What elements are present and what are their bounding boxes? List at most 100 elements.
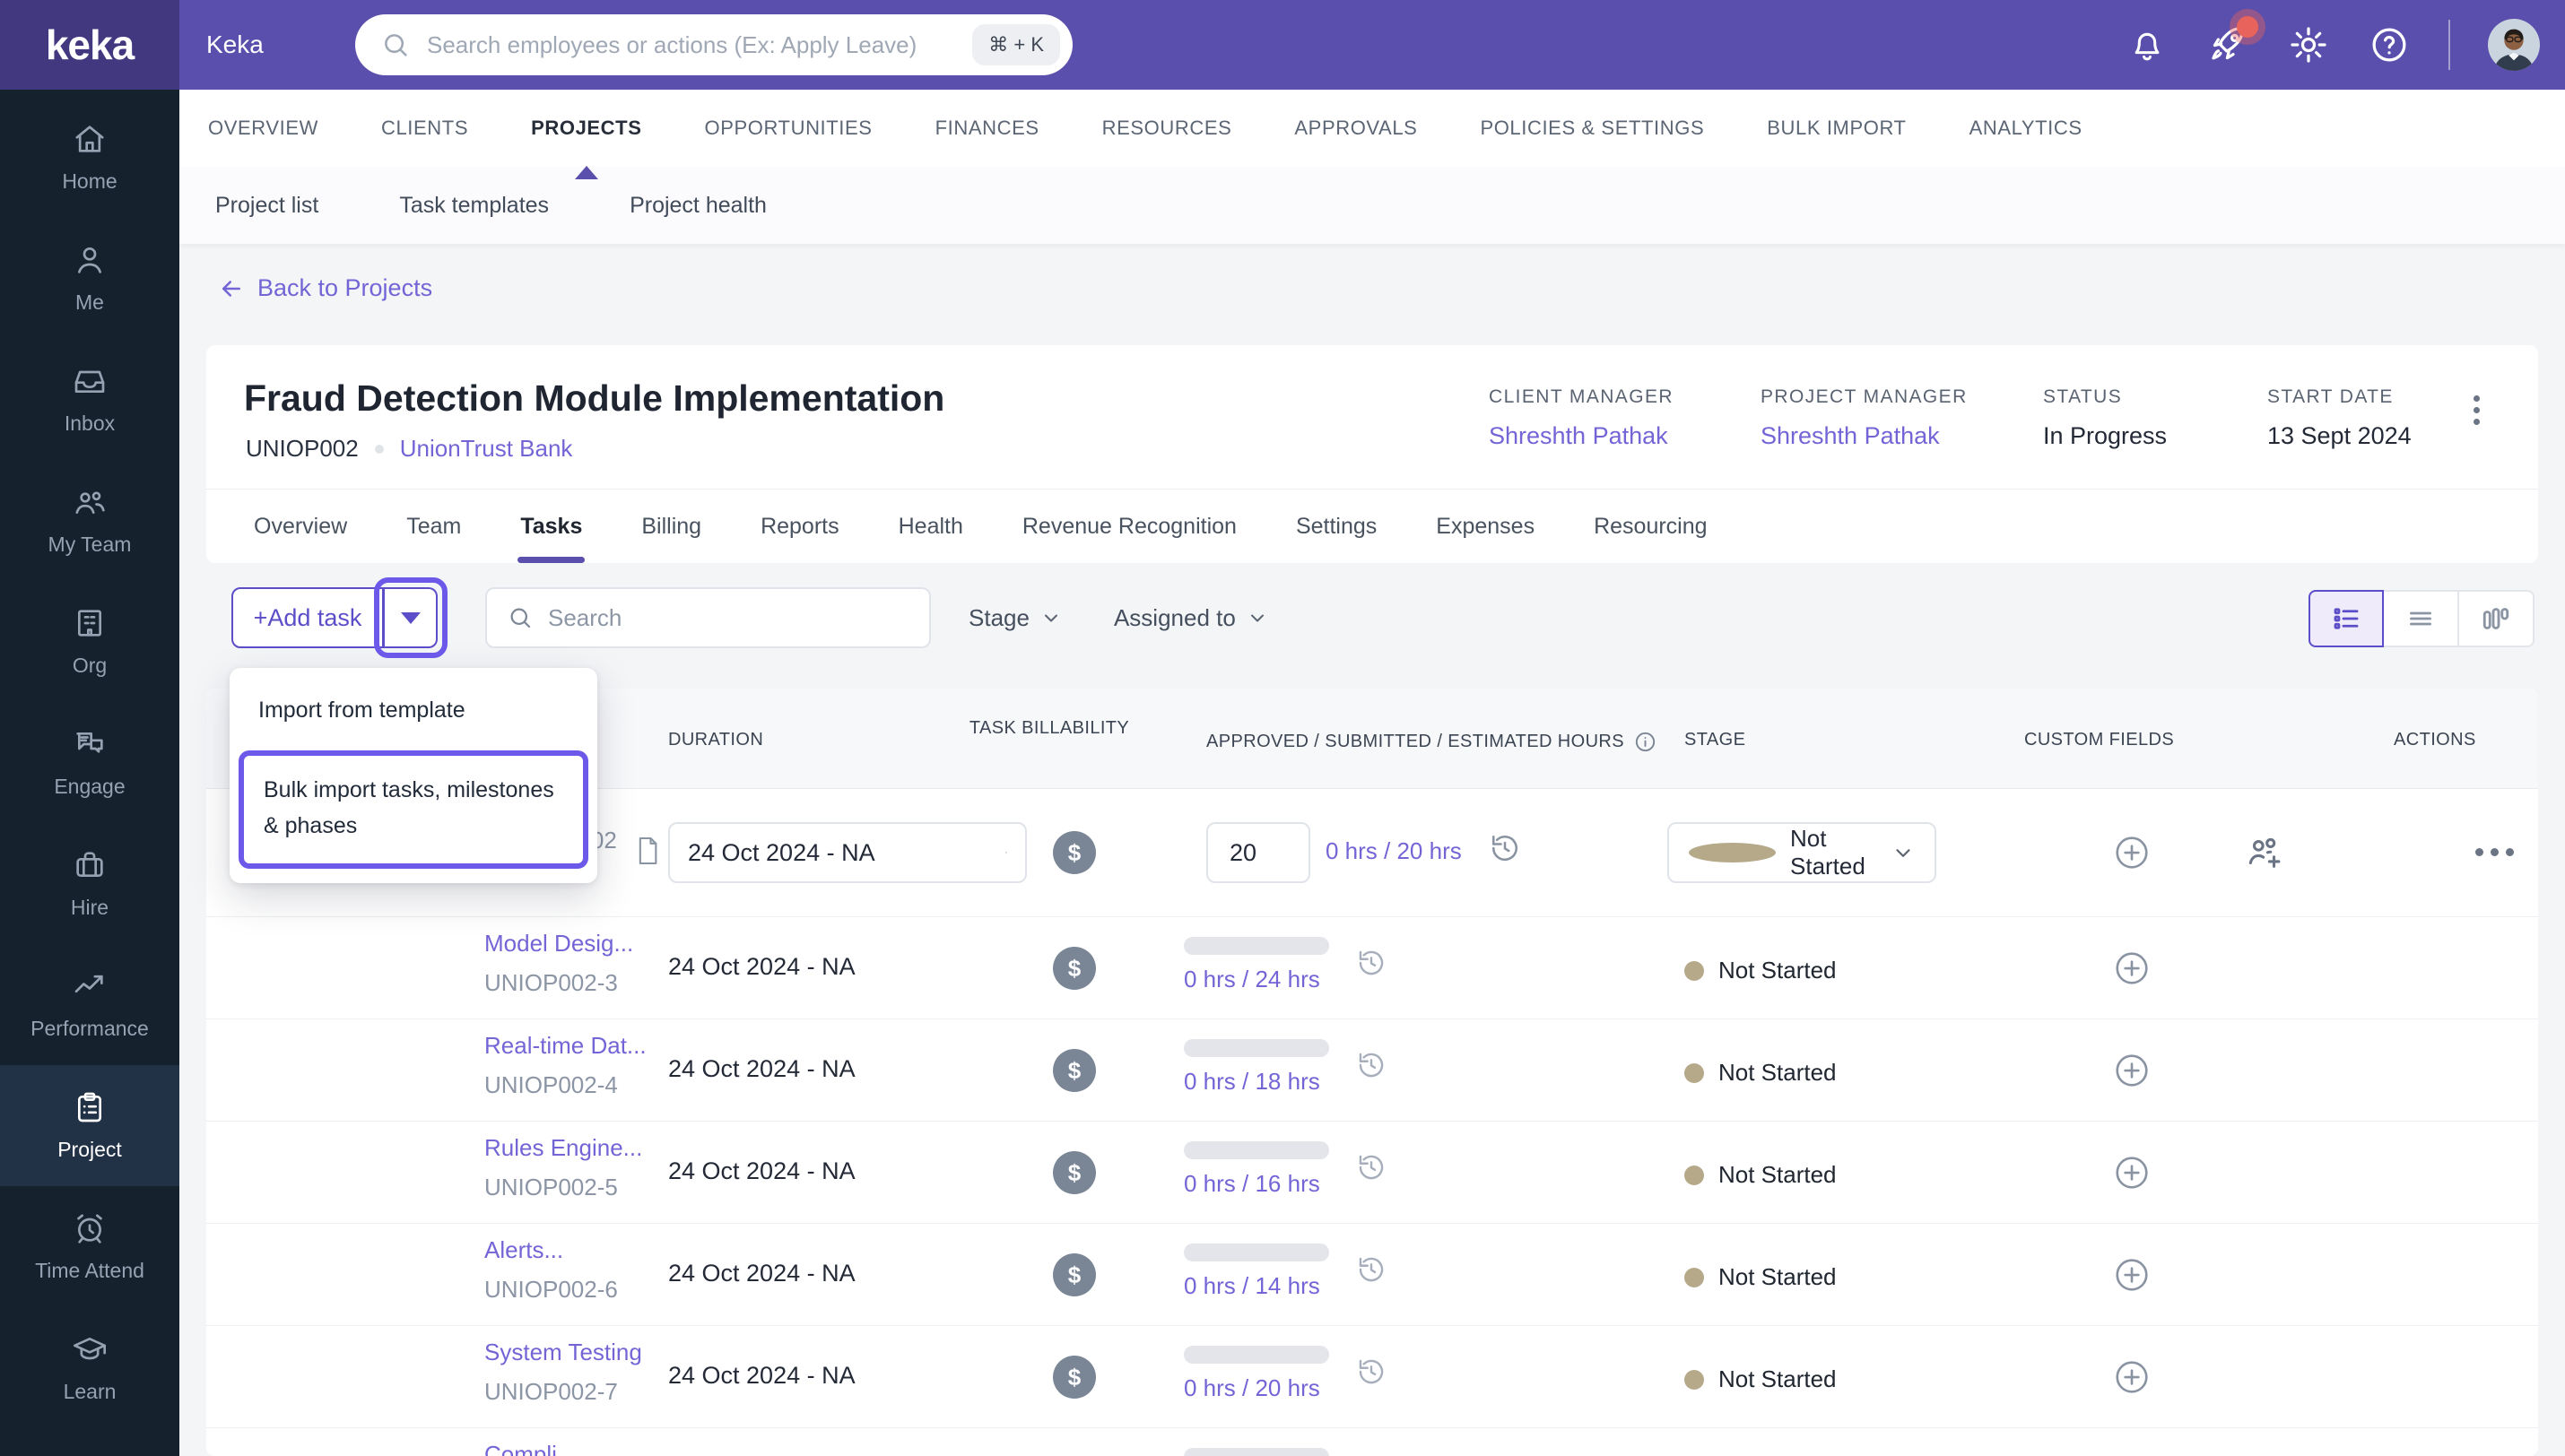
menu-item-bulk-import-tasks-milestones-phases[interactable]: Bulk import tasks, milestones & phases bbox=[239, 750, 588, 869]
project-more-menu-icon[interactable] bbox=[2470, 392, 2483, 429]
task-id: UNIOP002-4 bbox=[484, 1071, 618, 1098]
sidebar-item-hire[interactable]: Hire bbox=[0, 823, 179, 944]
sidebar-item-home[interactable]: Home bbox=[0, 97, 179, 218]
task-name-link[interactable]: System Testing bbox=[484, 1339, 642, 1366]
info-icon[interactable] bbox=[1633, 730, 1657, 754]
row-actions-icon[interactable] bbox=[2475, 848, 2514, 856]
project-tab-health[interactable]: Health bbox=[869, 490, 993, 563]
hours-link[interactable]: 0 hrs / 20 hrs bbox=[1326, 837, 1462, 865]
subnav-project-health[interactable]: Project health bbox=[630, 193, 767, 219]
add-task-button[interactable]: +Add task bbox=[231, 587, 384, 648]
history-icon[interactable] bbox=[1356, 1050, 1387, 1080]
file-icon[interactable] bbox=[635, 836, 660, 866]
subnav-project-list[interactable]: Project list bbox=[215, 193, 318, 219]
hours-link[interactable]: 0 hrs / 16 hrs bbox=[1184, 1170, 1320, 1198]
history-icon[interactable] bbox=[1356, 1356, 1387, 1387]
project-tab-overview[interactable]: Overview bbox=[224, 490, 377, 563]
tab-opportunities[interactable]: OPPORTUNITIES bbox=[704, 90, 872, 167]
task-search[interactable] bbox=[485, 587, 931, 648]
tab-resources[interactable]: RESOURCES bbox=[1102, 90, 1232, 167]
project-tab-billing[interactable]: Billing bbox=[612, 490, 731, 563]
sidebar-item-me[interactable]: Me bbox=[0, 218, 179, 339]
billable-badge: $ bbox=[1053, 831, 1096, 874]
global-search-input[interactable] bbox=[427, 30, 957, 59]
task-name-link[interactable]: Alerts... bbox=[484, 1236, 563, 1264]
tab-approvals[interactable]: APPROVALS bbox=[1294, 90, 1417, 167]
notifications-bell-icon[interactable] bbox=[2126, 23, 2169, 66]
menu-item-import-from-template[interactable]: Import from template bbox=[230, 668, 597, 738]
project-tab-settings[interactable]: Settings bbox=[1266, 490, 1406, 563]
kanban-view-toggle[interactable] bbox=[2459, 590, 2535, 647]
history-icon[interactable] bbox=[1356, 948, 1387, 978]
project-tab-resourcing[interactable]: Resourcing bbox=[1564, 490, 1736, 563]
filter-stage[interactable]: Stage bbox=[969, 604, 1062, 632]
sidebar-item-project[interactable]: Project bbox=[0, 1065, 179, 1186]
task-name-link[interactable]: Model Desig... bbox=[484, 930, 633, 958]
sidebar-item-my-team[interactable]: My Team bbox=[0, 460, 179, 581]
add-custom-field-icon[interactable] bbox=[2113, 1256, 2151, 1294]
approved-hours-input[interactable] bbox=[1206, 822, 1310, 883]
hours-link[interactable]: 0 hrs / 14 hrs bbox=[1184, 1272, 1320, 1300]
hours-link[interactable]: 0 hrs / 24 hrs bbox=[1184, 966, 1320, 993]
client-name-link[interactable]: UnionTrust Bank bbox=[400, 435, 573, 463]
active-tab-arrow bbox=[574, 166, 598, 179]
sidebar-item-label: Learn bbox=[63, 1380, 117, 1403]
add-custom-field-icon[interactable] bbox=[2113, 1154, 2151, 1192]
history-icon[interactable] bbox=[1489, 832, 1521, 864]
compact-view-toggle[interactable] bbox=[2384, 590, 2459, 647]
list-view-toggle[interactable] bbox=[2308, 590, 2384, 647]
chevron-down-icon bbox=[1250, 614, 1264, 622]
tab-clients[interactable]: CLIENTS bbox=[381, 90, 468, 167]
add-custom-field-icon[interactable] bbox=[2113, 834, 2151, 871]
back-to-projects-link[interactable]: Back to Projects bbox=[218, 274, 432, 302]
whats-new-rocket-icon[interactable] bbox=[2206, 16, 2258, 66]
tab-bulk-import[interactable]: BULK IMPORT bbox=[1767, 90, 1906, 167]
assign-people-icon[interactable] bbox=[2244, 832, 2285, 873]
subnav-task-templates[interactable]: Task templates bbox=[399, 193, 549, 219]
duration-value[interactable] bbox=[688, 838, 1005, 867]
project-tab-tasks[interactable]: Tasks bbox=[491, 490, 612, 563]
project-tab-expenses[interactable]: Expenses bbox=[1406, 490, 1564, 563]
help-icon[interactable] bbox=[2368, 23, 2411, 66]
filter-assigned-to[interactable]: Assigned to bbox=[1114, 604, 1268, 632]
tab-policies-settings[interactable]: POLICIES & SETTINGS bbox=[1480, 90, 1704, 167]
stage-select[interactable]: Not Started bbox=[1667, 822, 1936, 883]
project-tab-team[interactable]: Team bbox=[377, 490, 491, 563]
meta-value[interactable]: Shreshth Pathak bbox=[1489, 422, 1674, 450]
sidebar-item-time-attend[interactable]: Time Attend bbox=[0, 1186, 179, 1307]
sub-nav: Project list Task templates Project health bbox=[179, 167, 2565, 244]
task-name-link[interactable]: Rules Engine... bbox=[484, 1134, 642, 1162]
hours-link[interactable]: 0 hrs / 18 hrs bbox=[1184, 1068, 1320, 1096]
custom-field-cell bbox=[2113, 1154, 2151, 1192]
task-name-link[interactable]: Compli... bbox=[484, 1441, 577, 1456]
user-avatar[interactable] bbox=[2488, 19, 2540, 71]
add-task-caret-button[interactable] bbox=[384, 587, 438, 648]
duration-date-input[interactable] bbox=[668, 822, 1027, 883]
meta-value: 13 Sept 2024 bbox=[2267, 422, 2412, 449]
project-tab-revenue-recognition[interactable]: Revenue Recognition bbox=[993, 490, 1266, 563]
sidebar-item-engage[interactable]: Engage bbox=[0, 702, 179, 823]
hours-progress-bar bbox=[1184, 1244, 1329, 1261]
sidebar-item-performance[interactable]: Performance bbox=[0, 944, 179, 1065]
tab-analytics[interactable]: ANALYTICS bbox=[1969, 90, 2082, 167]
tab-finances[interactable]: FINANCES bbox=[935, 90, 1039, 167]
global-search[interactable]: ⌘ + K bbox=[355, 14, 1073, 75]
chevron-down-icon bbox=[1896, 849, 1910, 857]
keka-logo[interactable]: keka bbox=[0, 0, 179, 90]
sidebar-item-org[interactable]: Org bbox=[0, 581, 179, 702]
sidebar-item-inbox[interactable]: Inbox bbox=[0, 339, 179, 460]
meta-value[interactable]: Shreshth Pathak bbox=[1761, 422, 1968, 450]
sidebar-item-learn[interactable]: Learn bbox=[0, 1307, 179, 1428]
tab-overview[interactable]: OVERVIEW bbox=[208, 90, 318, 167]
hours-link[interactable]: 0 hrs / 20 hrs bbox=[1184, 1374, 1320, 1402]
task-name-link[interactable]: Real-time Dat... bbox=[484, 1032, 647, 1060]
task-search-input[interactable] bbox=[548, 603, 909, 632]
add-custom-field-icon[interactable] bbox=[2113, 1052, 2151, 1089]
tab-projects[interactable]: PROJECTS bbox=[531, 90, 641, 179]
add-custom-field-icon[interactable] bbox=[2113, 949, 2151, 987]
settings-gear-icon[interactable] bbox=[2287, 23, 2330, 66]
history-icon[interactable] bbox=[1356, 1254, 1387, 1285]
history-icon[interactable] bbox=[1356, 1152, 1387, 1183]
add-custom-field-icon[interactable] bbox=[2113, 1358, 2151, 1396]
project-tab-reports[interactable]: Reports bbox=[731, 490, 869, 563]
